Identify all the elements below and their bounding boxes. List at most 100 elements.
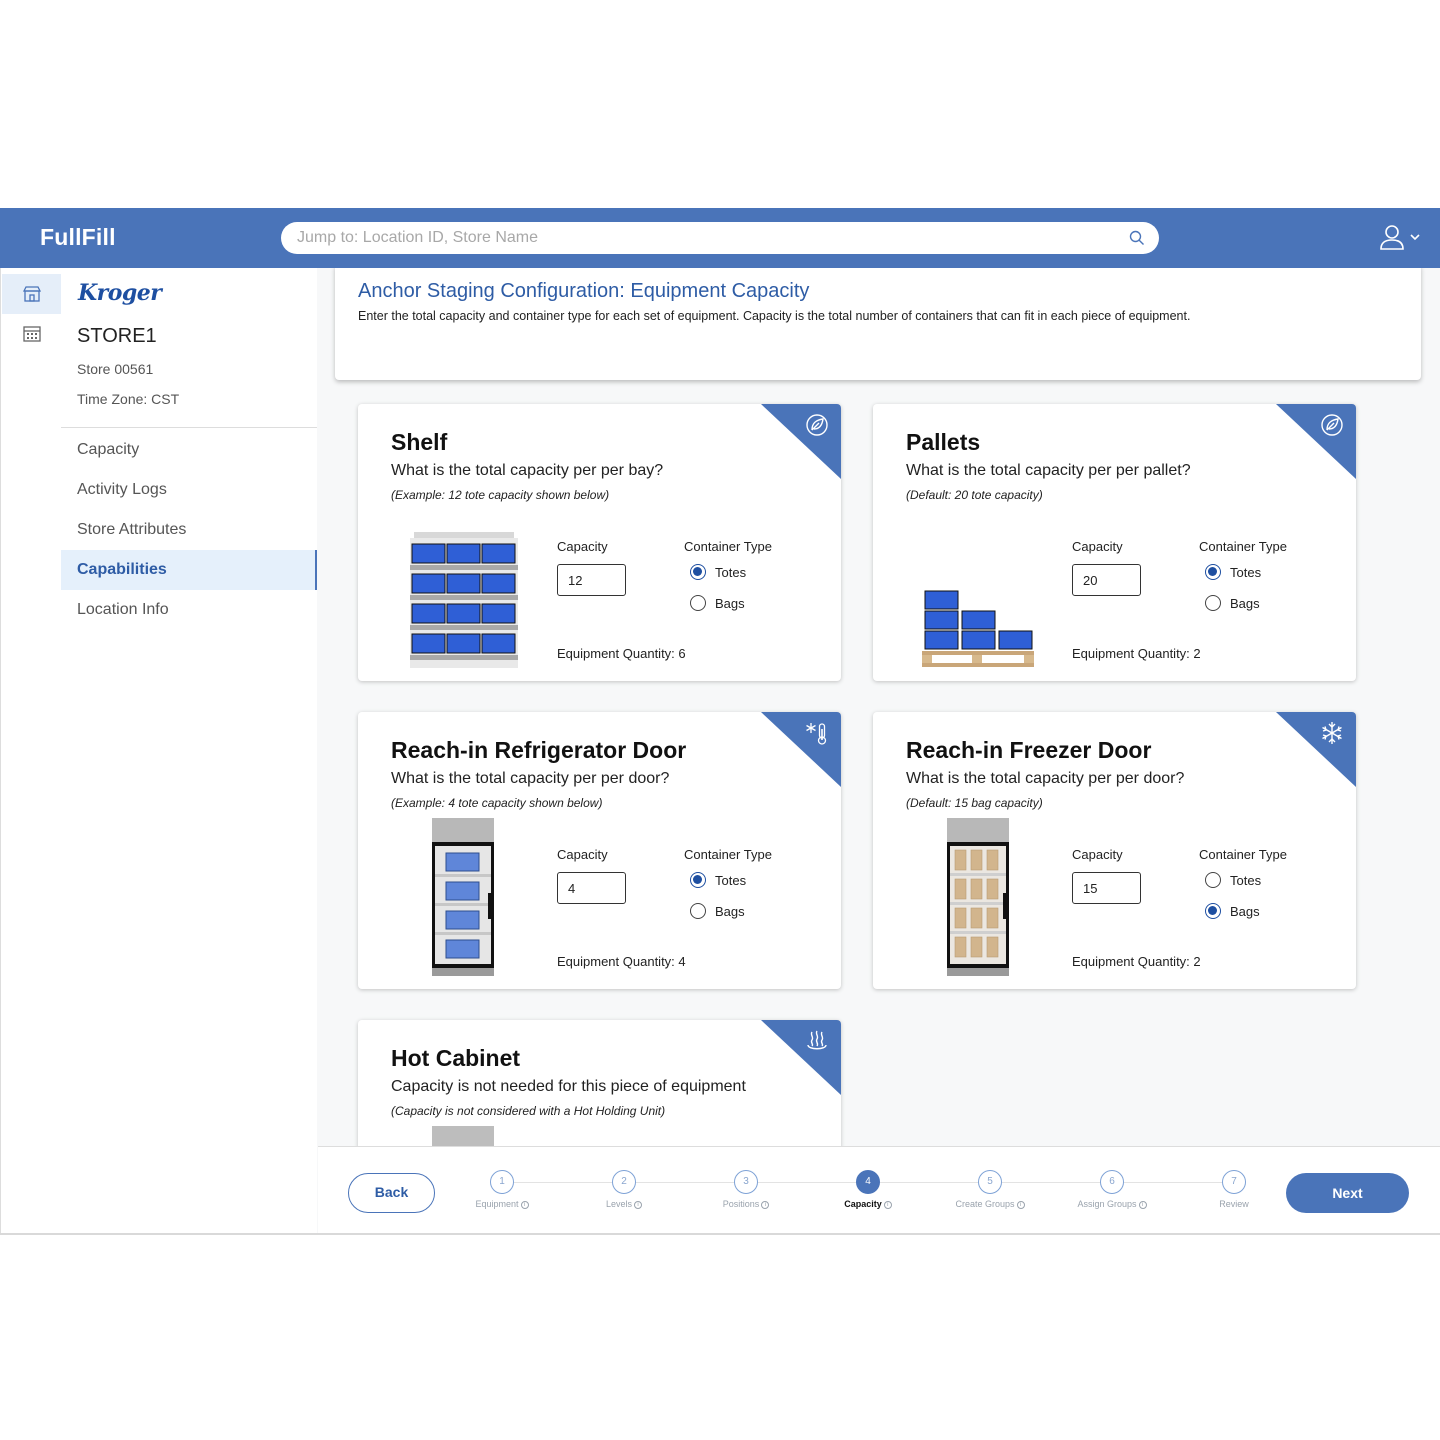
totes-label: Totes [1230, 564, 1262, 580]
info-icon[interactable]: i [634, 1200, 642, 1209]
info-icon[interactable]: i [520, 1200, 529, 1209]
equipment-card-pallets: Pallets What is the total capacity per p… [873, 404, 1356, 681]
capacity-input[interactable] [557, 872, 626, 904]
step-number: 4 [856, 1170, 880, 1194]
card-question: What is the total capacity per per palle… [906, 462, 1191, 479]
bags-radio[interactable]: Bags [690, 901, 745, 921]
step-label: Positions [722, 1199, 760, 1209]
totes-label: Totes [715, 872, 747, 888]
page-title: Anchor Staging Configuration: Equipment … [358, 280, 810, 302]
card-title: Reach-in Freezer Door [906, 737, 1152, 763]
capacity-input[interactable] [557, 564, 626, 596]
divider [61, 427, 317, 428]
nav-item-capabilities[interactable]: Capabilities [61, 550, 317, 590]
step-label: Capacity [844, 1199, 882, 1209]
equipment-card-hot-cabinet: Hot Cabinet Capacity is not needed for t… [358, 1020, 841, 1148]
bags-radio[interactable]: Bags [1205, 593, 1260, 613]
search-box [281, 222, 1159, 254]
equipment-quantity: Equipment Quantity: 6 [557, 646, 686, 661]
refrigerator-illustration [432, 818, 494, 976]
equipment-quantity: Equipment Quantity: 2 [1072, 646, 1201, 661]
step-number: 3 [734, 1170, 758, 1194]
capacity-label: Capacity [557, 539, 608, 554]
totes-radio[interactable]: Totes [690, 870, 746, 890]
card-question: What is the total capacity per per bay? [391, 462, 664, 479]
totes-label: Totes [715, 564, 747, 580]
top-bar: FullFill [0, 208, 1440, 268]
search-input[interactable] [297, 222, 1117, 254]
step-capacity[interactable]: 4 Capacity i [808, 1170, 928, 1209]
totes-radio[interactable]: Totes [1205, 562, 1261, 582]
shelf-illustration [410, 532, 518, 668]
bags-radio[interactable]: Bags [690, 593, 745, 613]
capacity-input[interactable] [1072, 564, 1141, 596]
nav-item-location-info[interactable]: Location Info [61, 590, 317, 630]
equipment-card-shelf: Shelf What is the total capacity per per… [358, 404, 841, 681]
app-brand[interactable]: FullFill [40, 224, 116, 251]
card-question: Capacity is not needed for this piece of… [391, 1078, 746, 1095]
step-number: 2 [612, 1170, 636, 1194]
card-title: Hot Cabinet [391, 1045, 521, 1071]
container-type-label: Container Type [684, 539, 772, 554]
card-corner-badge [761, 1020, 841, 1095]
calendar-icon [23, 326, 41, 342]
equipment-card-freezer-door: Reach-in Freezer Door What is the total … [873, 712, 1356, 989]
totes-radio[interactable]: Totes [1205, 870, 1261, 890]
search-icon[interactable] [1129, 230, 1145, 246]
card-title: Shelf [391, 429, 448, 455]
bags-label: Bags [715, 903, 745, 919]
step-review[interactable]: 7 Review [1174, 1170, 1294, 1209]
card-example: (Example: 4 tote capacity shown below) [391, 796, 603, 810]
step-number: 1 [490, 1170, 514, 1194]
kroger-logo: Kroger [78, 280, 162, 306]
rail-calendar-button[interactable] [2, 314, 62, 354]
card-title: Pallets [906, 429, 981, 455]
card-corner-badge [761, 404, 841, 479]
step-label: Review [1219, 1199, 1249, 1209]
info-icon[interactable]: i [1016, 1200, 1025, 1209]
card-corner-badge [761, 712, 841, 787]
nav-item-activity-logs[interactable]: Activity Logs [61, 470, 317, 510]
capacity-label: Capacity [1072, 847, 1123, 862]
step-levels[interactable]: 2 Levels i [564, 1170, 684, 1209]
container-type-label: Container Type [1199, 539, 1287, 554]
capacity-label: Capacity [1072, 539, 1123, 554]
nav-item-store-attributes[interactable]: Store Attributes [61, 510, 317, 550]
equipment-quantity: Equipment Quantity: 4 [557, 954, 686, 969]
capacity-input[interactable] [1072, 872, 1141, 904]
main-content: Anchor Staging Configuration: Equipment … [318, 268, 1440, 1148]
user-menu-icon[interactable] [1378, 222, 1424, 254]
step-assign-groups[interactable]: 6 Assign Groups i [1052, 1170, 1172, 1209]
bags-radio[interactable]: Bags [1205, 901, 1260, 921]
store-icon [22, 286, 42, 302]
totes-radio[interactable]: Totes [690, 562, 746, 582]
page-description: Enter the total capacity and container t… [358, 309, 1191, 323]
step-positions[interactable]: 3 Positions i [686, 1170, 806, 1209]
store-number: Store 00561 [77, 361, 154, 377]
card-corner-badge [1276, 404, 1356, 479]
rail-store-button[interactable] [2, 274, 62, 314]
container-type-label: Container Type [1199, 847, 1287, 862]
app-window: FullFill Jump to: Location ID, Store Nam… [0, 208, 1440, 1235]
step-label: Assign Groups [1077, 1199, 1137, 1209]
container-type-label: Container Type [684, 847, 772, 862]
card-question: What is the total capacity per per door? [391, 770, 670, 787]
step-label: Equipment [475, 1199, 519, 1209]
back-button[interactable]: Back [348, 1173, 435, 1213]
step-create-groups[interactable]: 5 Create Groups i [930, 1170, 1050, 1209]
info-icon[interactable]: i [883, 1200, 892, 1209]
icon-rail [0, 268, 62, 1233]
equipment-quantity: Equipment Quantity: 2 [1072, 954, 1201, 969]
store-name: STORE1 [77, 325, 157, 347]
next-button[interactable]: Next [1286, 1173, 1409, 1213]
step-equipment[interactable]: 1 Equipment i [442, 1170, 562, 1209]
info-icon[interactable]: i [1138, 1200, 1147, 1209]
page-header-card: Anchor Staging Configuration: Equipment … [335, 268, 1421, 380]
info-icon[interactable]: i [761, 1200, 770, 1209]
card-example: (Example: 12 tote capacity shown below) [391, 488, 610, 502]
step-number: 6 [1100, 1170, 1124, 1194]
store-timezone: Time Zone: CST [77, 391, 180, 407]
nav-item-capacity[interactable]: Capacity [61, 430, 317, 470]
card-title: Reach-in Refrigerator Door [391, 737, 687, 763]
leaf-icon [1321, 414, 1343, 436]
